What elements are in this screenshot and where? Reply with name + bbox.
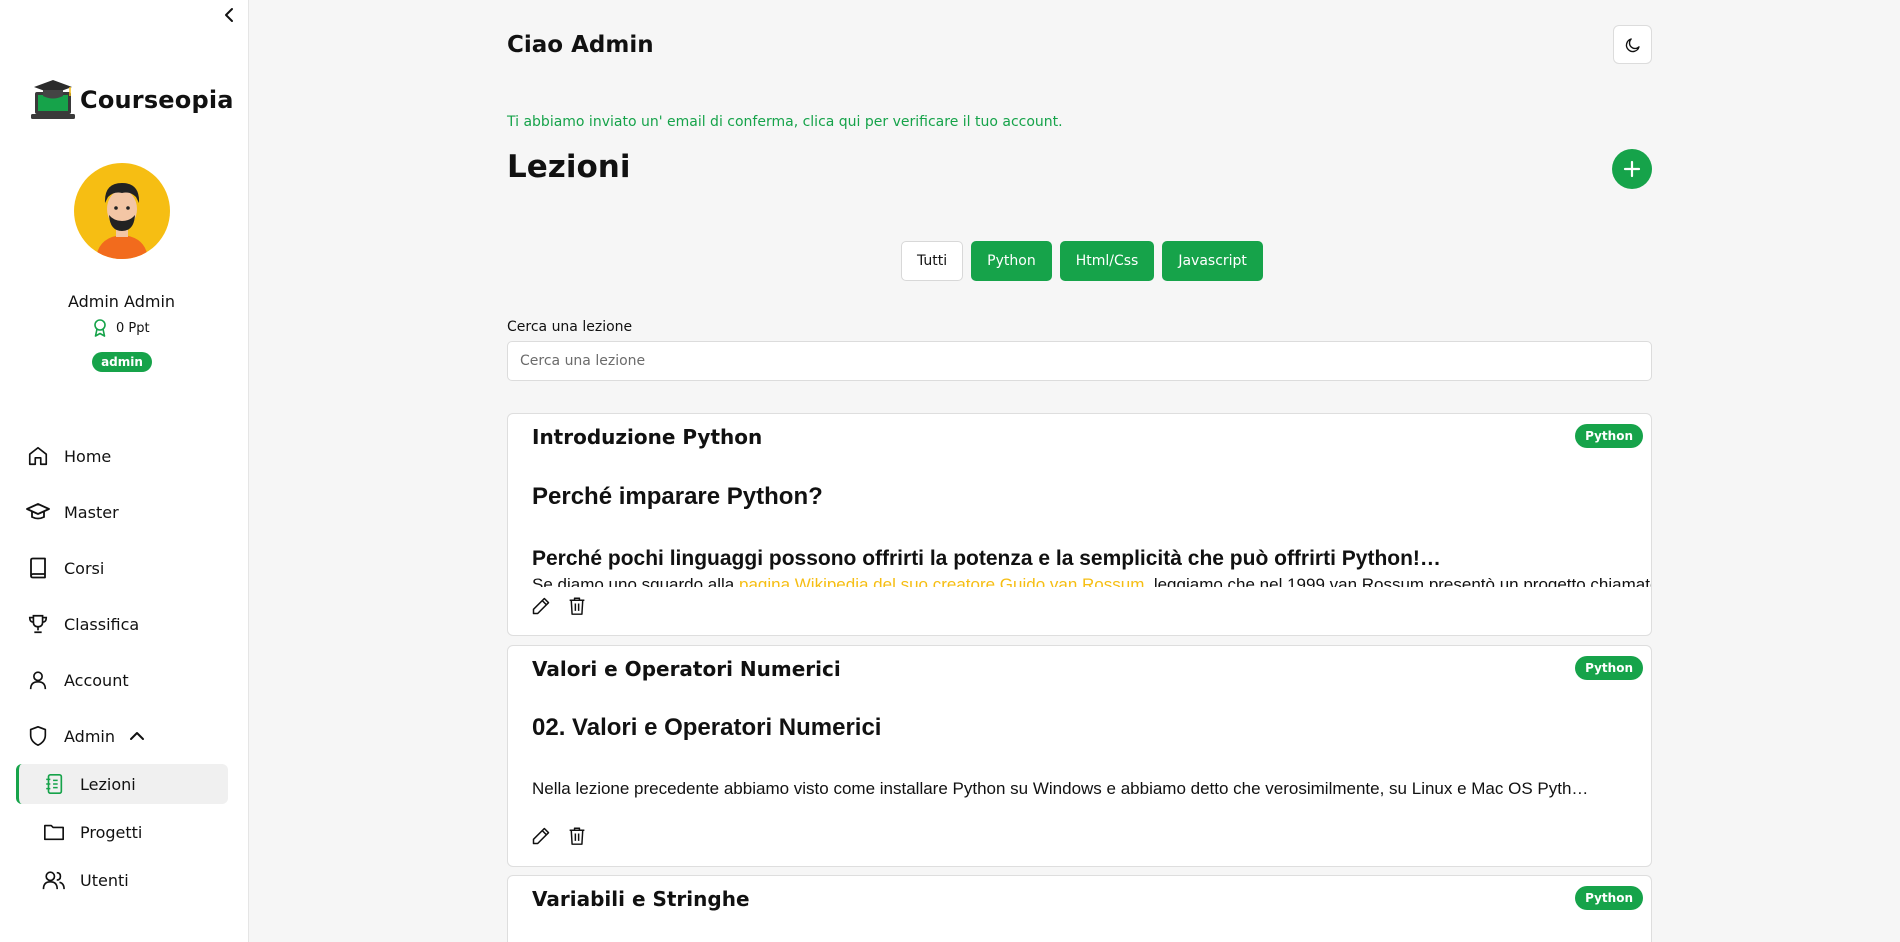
lesson-tag-badge: Python xyxy=(1575,656,1643,680)
lesson-title: Variabili e Stringhe xyxy=(532,887,750,911)
sidebar-item-classifica[interactable]: Classifica xyxy=(16,604,228,644)
sidebar-item-label: Master xyxy=(64,502,119,522)
app-name: Courseopia xyxy=(80,86,234,114)
plus-icon xyxy=(1623,160,1641,178)
lesson-card[interactable]: Variabili e Stringhe Python xyxy=(507,875,1652,942)
add-lesson-button[interactable] xyxy=(1612,149,1652,189)
lesson-preview-heading: 02. Valori e Operatori Numerici xyxy=(532,714,882,741)
filter-javascript[interactable]: Javascript xyxy=(1162,241,1263,281)
search-label: Cerca una lezione xyxy=(507,319,633,335)
lesson-title: Introduzione Python xyxy=(532,425,763,449)
edit-lesson-button[interactable] xyxy=(530,595,552,617)
lesson-actions xyxy=(530,595,588,617)
award-icon xyxy=(94,319,106,337)
collapse-sidebar-button[interactable] xyxy=(220,4,238,26)
user-name: Admin Admin xyxy=(67,292,176,311)
laptop-graduation-logo-icon xyxy=(31,80,75,119)
app-logo[interactable]: Courseopia xyxy=(30,78,234,122)
admin-subnav: Lezioni Progetti Utenti xyxy=(16,764,228,900)
trophy-icon xyxy=(26,612,50,636)
lesson-preview-subheading: Perché pochi linguaggi possono offrirti … xyxy=(532,547,1441,570)
sidebar-item-utenti[interactable]: Utenti xyxy=(16,860,228,900)
role-badge: admin xyxy=(92,352,152,372)
sidebar-item-lezioni[interactable]: Lezioni xyxy=(16,764,228,804)
theme-toggle-button[interactable] xyxy=(1613,25,1652,64)
lesson-card[interactable]: Valori e Operatori Numerici Python 02. V… xyxy=(507,645,1652,867)
user-icon xyxy=(26,668,50,692)
folder-icon xyxy=(42,820,66,844)
book-icon xyxy=(26,556,50,580)
sidebar-item-account[interactable]: Account xyxy=(16,660,228,700)
edit-lesson-button[interactable] xyxy=(530,825,552,847)
search-input[interactable] xyxy=(507,341,1652,381)
sidebar-item-admin[interactable]: Admin xyxy=(16,716,228,756)
filter-tutti[interactable]: Tutti xyxy=(901,241,964,281)
filter-html-css[interactable]: Html/Css xyxy=(1059,241,1155,281)
greeting: Ciao Admin xyxy=(507,32,654,58)
notebook-icon xyxy=(42,772,66,796)
lesson-text-part: , leggiamo che nel 1999 van Rossum prese… xyxy=(1144,575,1652,587)
lesson-title: Valori e Operatori Numerici xyxy=(532,657,841,681)
lesson-text-part: Se diamo uno sguardo alla xyxy=(532,575,739,587)
chevron-left-icon xyxy=(225,8,233,22)
sidebar-item-label: Utenti xyxy=(80,870,129,890)
avatar xyxy=(74,163,170,259)
category-filters: Tutti Python Html/Css Javascript xyxy=(901,241,1263,281)
sidebar-nav: Home Master Corsi Classifica Account Adm… xyxy=(16,436,228,908)
lesson-preview-text: Nella lezione precedente abbiamo visto c… xyxy=(532,779,1589,798)
points-value: 0 Ppt xyxy=(116,320,150,336)
lesson-preview-heading: Perché imparare Python? xyxy=(532,483,823,510)
lesson-card[interactable]: Introduzione Python Python Perché impara… xyxy=(507,413,1652,636)
lesson-preview-text: Se diamo uno sguardo alla pagina Wikiped… xyxy=(532,575,1652,587)
home-icon xyxy=(26,444,50,468)
sidebar-item-label: Progetti xyxy=(80,822,143,842)
shield-icon xyxy=(26,724,50,748)
lesson-tag-badge: Python xyxy=(1575,886,1643,910)
pencil-icon xyxy=(532,597,550,615)
graduation-cap-icon xyxy=(26,500,50,524)
sidebar-item-label: Home xyxy=(64,446,112,466)
sidebar-item-label: Classifica xyxy=(64,614,140,634)
sidebar-item-label: Account xyxy=(64,670,129,690)
lesson-text-link[interactable]: pagina Wikipedia del suo creatore Guido … xyxy=(739,575,1144,587)
chevron-up-icon xyxy=(129,731,145,741)
lesson-actions xyxy=(530,825,588,847)
sidebar-item-master[interactable]: Master xyxy=(16,492,228,532)
pencil-icon xyxy=(532,827,550,845)
email-confirm-message[interactable]: Ti abbiamo inviato un' email di conferma… xyxy=(507,114,1063,130)
trash-icon xyxy=(569,827,585,845)
lesson-tag-badge: Python xyxy=(1575,424,1643,448)
trash-icon xyxy=(569,597,585,615)
user-avatar-illustration xyxy=(96,183,148,259)
delete-lesson-button[interactable] xyxy=(566,595,588,617)
filter-python[interactable]: Python xyxy=(971,241,1052,281)
sidebar-item-progetti[interactable]: Progetti xyxy=(16,812,228,852)
sidebar-item-label: Admin xyxy=(64,726,115,746)
sidebar-item-corsi[interactable]: Corsi xyxy=(16,548,228,588)
user-points: 0 Ppt xyxy=(92,319,150,337)
moon-icon xyxy=(1625,37,1640,52)
sidebar-item-label: Lezioni xyxy=(80,774,136,794)
sidebar: Courseopia Admin Admin 0 Ppt admin Home … xyxy=(0,0,249,942)
users-icon xyxy=(42,868,66,892)
page-title: Lezioni xyxy=(507,149,631,185)
sidebar-item-home[interactable]: Home xyxy=(16,436,228,476)
delete-lesson-button[interactable] xyxy=(566,825,588,847)
sidebar-item-label: Corsi xyxy=(64,558,105,578)
